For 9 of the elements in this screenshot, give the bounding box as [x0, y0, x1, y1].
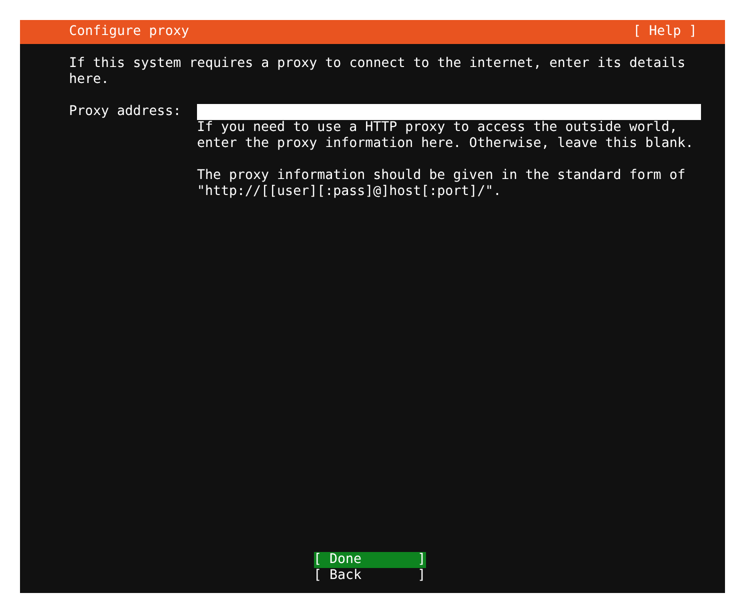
help-text: If you need to use a HTTP proxy to access the outside world, enter the proxy information here. Otherwise, leave this blank.: [197, 120, 694, 152]
intro-text: If this system requires a proxy to connect to the internet, enter its details here.: [69, 56, 686, 88]
nav-button[interactable]: [ Done ]: [314, 552, 426, 568]
nav-button[interactable]: [ Back ]: [314, 568, 426, 584]
field-label: Proxy address:: [69, 104, 182, 120]
proxy-address-field[interactable]: [197, 104, 701, 120]
help-text: The proxy information should be given in the standard form of "http://[[user][:pass]@]host[:port]/".: [197, 168, 686, 200]
screen-title: Configure proxy: [69, 24, 190, 40]
help-button[interactable]: [ Help ]: [632, 24, 697, 40]
